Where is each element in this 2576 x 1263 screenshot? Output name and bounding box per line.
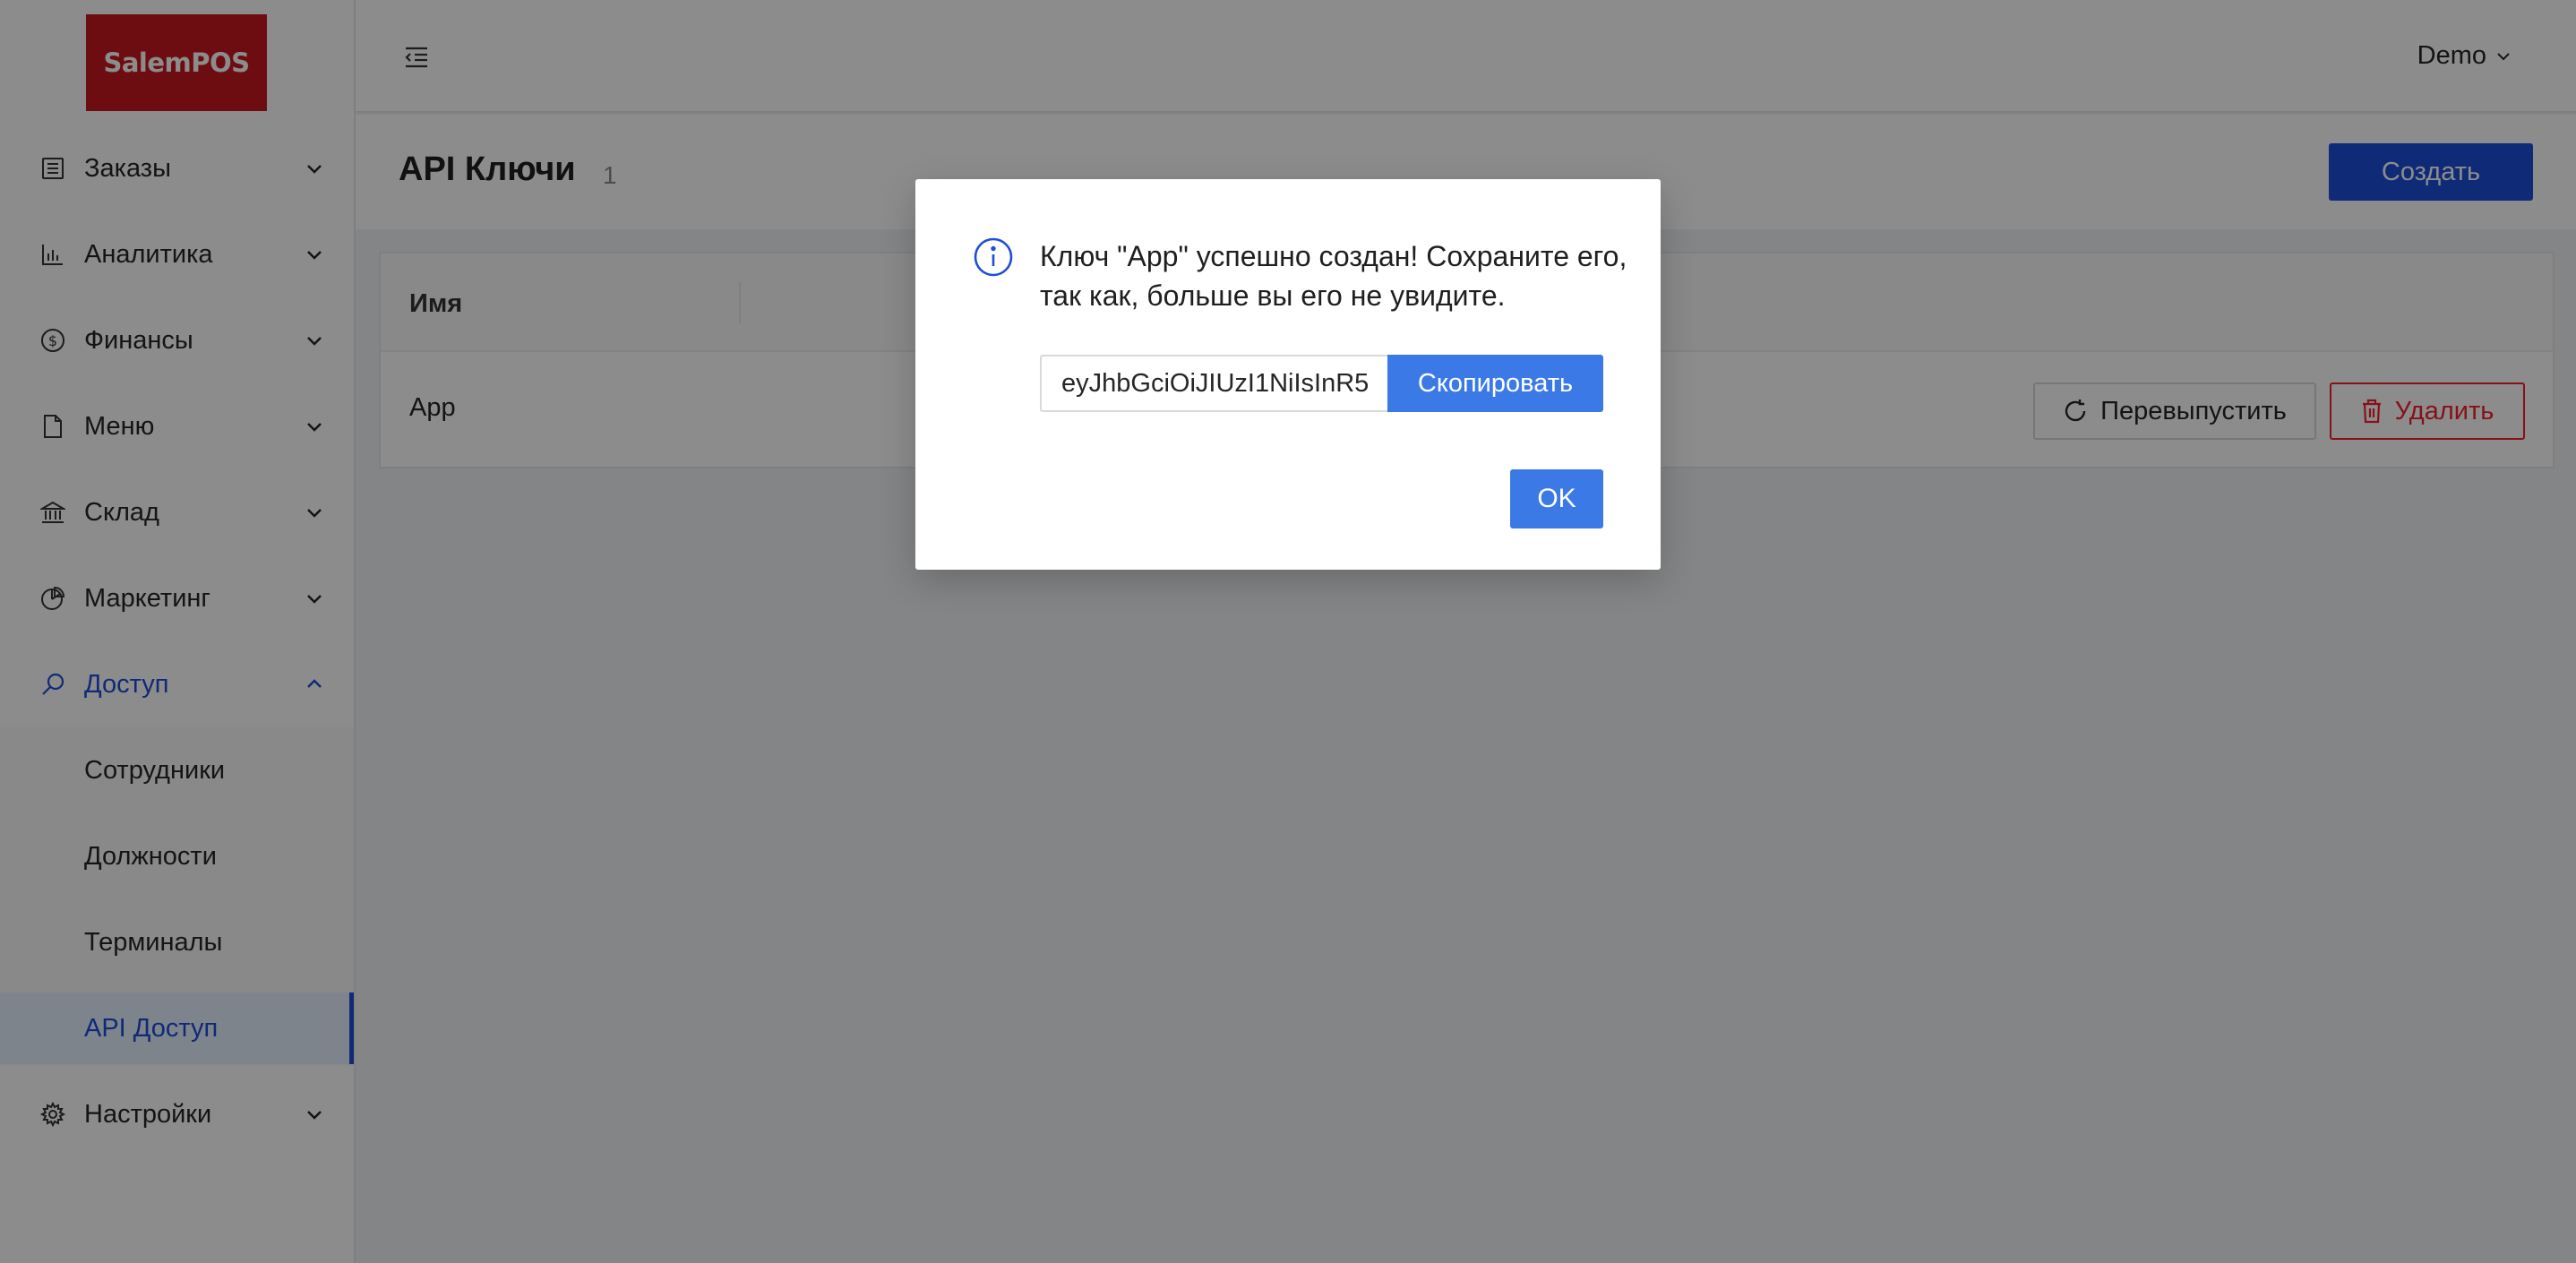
info-icon: [974, 237, 1013, 277]
ok-button[interactable]: OK: [1510, 469, 1603, 528]
modal-message: Ключ "App" успешно создан! Сохраните его…: [1040, 240, 1627, 312]
key-created-modal: Ключ "App" успешно создан! Сохраните его…: [915, 179, 1661, 570]
api-key-field[interactable]: [1040, 355, 1389, 412]
copy-button[interactable]: Скопировать: [1387, 355, 1603, 412]
